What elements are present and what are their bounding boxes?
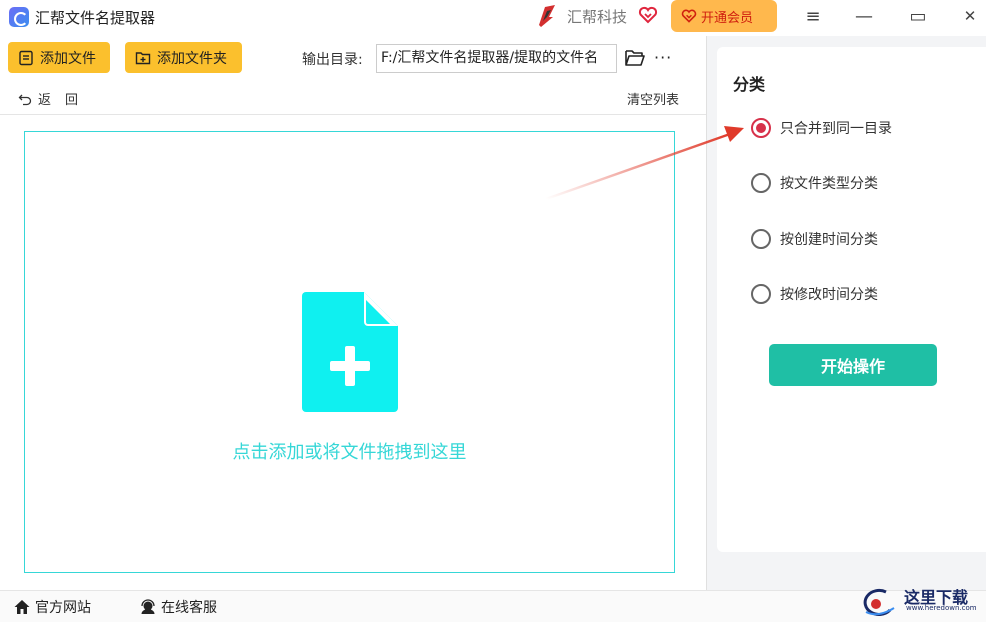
undo-arrow-icon [18, 94, 32, 105]
radio-option-by-modified[interactable]: 按修改时间分类 [751, 284, 878, 304]
bottom-bar: 官方网站 在线客服 [0, 590, 986, 622]
app-title: 汇帮文件名提取器 [35, 9, 156, 27]
radio-option-merge[interactable]: 只合并到同一目录 [751, 118, 892, 138]
radio-label: 按修改时间分类 [780, 287, 878, 303]
add-file-icon [19, 50, 33, 65]
radio-button[interactable] [751, 229, 771, 249]
radio-button[interactable] [751, 284, 771, 304]
start-button[interactable]: 开始操作 [769, 344, 937, 386]
back-label: 返回 [38, 93, 93, 108]
headset-icon [141, 599, 155, 614]
brand-name: 汇帮科技 [567, 8, 628, 26]
annotation-arrow-icon [545, 126, 744, 201]
menu-icon[interactable]: ≡ [801, 4, 825, 28]
radio-option-by-created[interactable]: 按创建时间分类 [751, 229, 878, 249]
add-file-label: 添加文件 [40, 50, 96, 67]
vip-button[interactable]: 开通会员 [671, 0, 777, 32]
output-dir-label: 输出目录: [302, 52, 363, 68]
maximize-button[interactable]: ▭ [906, 4, 930, 28]
vip-heart-icon [681, 9, 697, 23]
heart-icon[interactable] [638, 5, 658, 25]
close-button[interactable]: ✕ [958, 4, 982, 28]
add-folder-button[interactable]: 添加文件夹 [125, 42, 242, 73]
output-dir-input[interactable]: F:/汇帮文件名提取器/提取的文件名 [376, 44, 617, 73]
more-options-icon[interactable]: ··· [654, 48, 674, 68]
radio-label: 只合并到同一目录 [780, 121, 892, 137]
add-file-button[interactable]: 添加文件 [8, 42, 110, 73]
back-button[interactable]: 返回 [18, 89, 92, 108]
vip-label: 开通会员 [701, 10, 754, 26]
website-label: 官方网站 [35, 600, 91, 616]
radio-label: 按创建时间分类 [780, 232, 878, 248]
app-logo-icon [9, 7, 29, 27]
brand-logo-icon [539, 5, 555, 27]
radio-label: 按文件类型分类 [780, 176, 878, 192]
site-watermark: 这里下载 www.heredown.com [856, 584, 982, 620]
radio-option-by-type[interactable]: 按文件类型分类 [751, 173, 878, 193]
drop-zone-hint: 点击添加或将文件拖拽到这里 [232, 442, 467, 463]
add-file-large-icon [302, 292, 398, 412]
add-folder-label: 添加文件夹 [157, 50, 227, 67]
minimize-button[interactable]: — [852, 4, 876, 28]
support-label: 在线客服 [161, 600, 217, 616]
clear-list-button[interactable]: 清空列表 [627, 89, 679, 108]
toolbar-divider [0, 114, 706, 115]
official-website-link[interactable]: 官方网站 [13, 597, 91, 617]
title-bar: 汇帮文件名提取器 汇帮科技 开通会员 ≡ — ▭ ✕ [0, 0, 986, 36]
panel-title: 分类 [733, 75, 766, 94]
toolbar: 添加文件 添加文件夹 输出目录: F:/汇帮文件名提取器/提取的文件名 ··· … [0, 36, 706, 116]
online-support-link[interactable]: 在线客服 [139, 597, 217, 617]
home-icon [14, 600, 30, 614]
watermark-url: www.heredown.com [906, 604, 977, 612]
add-folder-icon [135, 51, 151, 64]
folder-open-icon[interactable] [624, 48, 646, 68]
watermark-logo-icon [863, 588, 895, 616]
